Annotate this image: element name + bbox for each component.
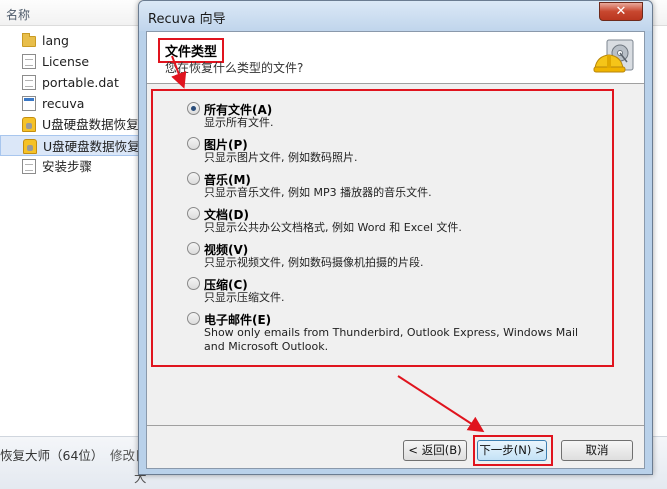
annotation-arrow-to-options	[171, 55, 187, 89]
annotation-arrow-to-next	[397, 375, 485, 433]
annotation-arrows	[171, 55, 485, 433]
